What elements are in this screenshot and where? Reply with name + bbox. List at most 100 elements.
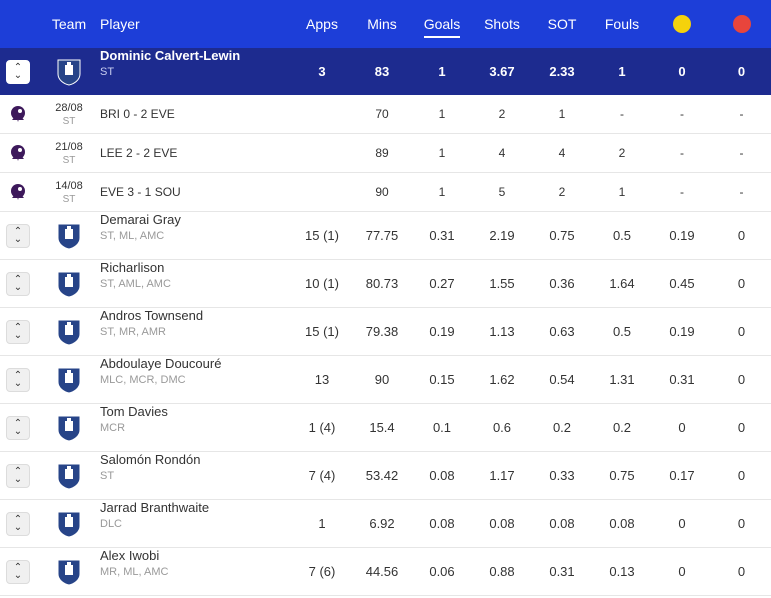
expand-cell: ⌃ ⌄	[4, 500, 32, 547]
red-value: 0	[737, 468, 746, 483]
shots-value: 0.88	[489, 564, 515, 579]
table-row[interactable]: ⌃ ⌄ Tom Davies MCR 1 (4) 15.4 0.1 0.6 0.2…	[0, 404, 771, 452]
match-yellow: -	[680, 107, 684, 121]
match-fixture[interactable]: EVE 3 - 1 SOU	[100, 173, 290, 211]
premier-league-lion-icon	[11, 145, 25, 161]
goals-value: 0.06	[429, 564, 455, 579]
player-name[interactable]: Alex Iwobi	[100, 548, 159, 563]
header-yellow-cards[interactable]	[652, 0, 712, 48]
red-value: 0	[737, 372, 746, 387]
yellow-value: 0	[678, 420, 686, 435]
player-name[interactable]: Abdoulaye Doucouré	[100, 356, 221, 371]
expand-collapse-icon[interactable]: ⌃ ⌄	[6, 559, 30, 584]
premier-league-lion-icon	[11, 184, 25, 200]
header-mins[interactable]: Mins	[352, 0, 412, 48]
match-shots: 2	[498, 107, 506, 121]
league-logo	[4, 95, 32, 133]
fouls-value: 1.31	[609, 372, 635, 387]
header-goals[interactable]: Goals	[412, 0, 472, 48]
match-fouls: 1	[618, 185, 626, 199]
match-fixture[interactable]: LEE 2 - 2 EVE	[100, 134, 290, 172]
header-shots[interactable]: Shots	[472, 0, 532, 48]
sot-value: 0.75	[549, 228, 575, 243]
team-crest	[42, 356, 96, 403]
player-position: ST, AML, AMC	[100, 278, 171, 290]
yellow-card-icon	[673, 15, 691, 33]
player-name-cell: Abdoulaye Doucouré MLC, MCR, DMC	[100, 356, 290, 403]
table-row[interactable]: ⌃ ⌄ Abdoulaye Doucouré MLC, MCR, DMC 13 9…	[0, 356, 771, 404]
expand-cell: ⌃ ⌄	[4, 260, 32, 307]
match-shots: 5	[498, 185, 506, 199]
everton-crest-icon	[57, 59, 81, 86]
shots-value: 3.67	[489, 64, 515, 79]
team-crest	[42, 500, 96, 547]
fouls-value: 1.64	[609, 276, 635, 291]
everton-crest-icon	[57, 559, 81, 586]
table-row[interactable]: ⌃ ⌄ Andros Townsend ST, MR, AMR 15 (1) 79…	[0, 308, 771, 356]
shots-value: 0.08	[489, 516, 515, 531]
table-row[interactable]: ⌃ ⌄ Salomón Rondón ST 7 (4) 53.42 0.08 1.…	[0, 452, 771, 500]
expand-collapse-icon[interactable]: ⌃ ⌄	[6, 511, 30, 536]
expand-collapse-icon[interactable]: ⌃ ⌄	[6, 319, 30, 344]
player-name[interactable]: Jarrad Branthwaite	[100, 500, 209, 515]
header-apps[interactable]: Apps	[292, 0, 352, 48]
match-fixture[interactable]: BRI 0 - 2 EVE	[100, 95, 290, 133]
expand-collapse-icon[interactable]: ⌃ ⌄	[6, 271, 30, 296]
match-row[interactable]: 28/08 ST BRI 0 - 2 EVE 70 1 2 1 - - -	[0, 95, 771, 134]
team-crest	[42, 548, 96, 595]
match-sot: 2	[558, 185, 566, 199]
everton-crest-icon	[57, 367, 81, 394]
expand-cell: ⌃ ⌄	[4, 548, 32, 595]
table-row[interactable]: ⌃ ⌄ Richarlison ST, AML, AMC 10 (1) 80.73…	[0, 260, 771, 308]
everton-crest-icon	[57, 511, 81, 538]
player-name-cell: Tom Davies MCR	[100, 404, 290, 451]
red-value: 0	[737, 276, 746, 291]
red-value: 0	[737, 564, 746, 579]
expand-collapse-icon[interactable]: ⌃ ⌄	[6, 463, 30, 488]
match-date: 28/08	[55, 101, 83, 114]
sot-value: 0.2	[552, 420, 572, 435]
expand-collapse-icon[interactable]: ⌃ ⌄	[6, 223, 30, 248]
expand-collapse-icon[interactable]: ⌃ ⌄	[6, 59, 30, 84]
red-value: 0	[737, 420, 746, 435]
yellow-value: 0.31	[669, 372, 695, 387]
expand-cell: ⌃ ⌄	[4, 452, 32, 499]
table-row[interactable]: ⌃ ⌄ Jarrad Branthwaite DLC 1 6.92 0.08 0.…	[0, 500, 771, 548]
player-name[interactable]: Tom Davies	[100, 404, 168, 419]
header-sot[interactable]: SOT	[532, 0, 592, 48]
everton-crest-icon	[57, 223, 81, 250]
yellow-value: 0	[678, 564, 686, 579]
apps-value: 1	[318, 516, 326, 531]
selected-player-row[interactable]: ⌃ ⌄ Dominic Calvert-Lewin ST 3 83 1 3.67 …	[0, 48, 771, 95]
sot-value: 0.36	[549, 276, 575, 291]
match-position: ST	[62, 115, 76, 127]
player-name-cell: Alex Iwobi MR, ML, AMC	[100, 548, 290, 595]
match-row[interactable]: 14/08 ST EVE 3 - 1 SOU 90 1 5 2 1 - -	[0, 173, 771, 212]
header-player[interactable]: Player	[100, 0, 160, 48]
header-team[interactable]: Team	[42, 0, 96, 48]
expand-cell: ⌃ ⌄	[4, 48, 32, 95]
match-row[interactable]: 21/08 ST LEE 2 - 2 EVE 89 1 4 4 2 - -	[0, 134, 771, 173]
match-red: -	[739, 146, 744, 160]
expand-collapse-icon[interactable]: ⌃ ⌄	[6, 415, 30, 440]
player-name[interactable]: Andros Townsend	[100, 308, 203, 323]
match-date-cell: 28/08 ST	[42, 95, 96, 133]
mins-value: 90	[374, 372, 390, 387]
player-name[interactable]: Demarai Gray	[100, 212, 181, 227]
player-name[interactable]: Richarlison	[100, 260, 164, 275]
player-name[interactable]: Dominic Calvert-Lewin	[100, 48, 240, 63]
team-crest	[42, 452, 96, 499]
apps-value: 3	[318, 64, 326, 79]
mins-value: 83	[374, 64, 390, 79]
table-row[interactable]: ⌃ ⌄ Alex Iwobi MR, ML, AMC 7 (6) 44.56 0.…	[0, 548, 771, 596]
table-row[interactable]: ⌃ ⌄ Demarai Gray ST, ML, AMC 15 (1) 77.75…	[0, 212, 771, 260]
player-name[interactable]: Salomón Rondón	[100, 452, 200, 467]
fouls-value: 1	[618, 64, 626, 79]
match-yellow: -	[680, 185, 684, 199]
header-red-cards[interactable]	[712, 0, 771, 48]
match-goals: 1	[438, 185, 446, 199]
header-fouls[interactable]: Fouls	[592, 0, 652, 48]
match-mins: 89	[375, 146, 389, 160]
expand-collapse-icon[interactable]: ⌃ ⌄	[6, 367, 30, 392]
apps-value: 13	[314, 372, 330, 387]
